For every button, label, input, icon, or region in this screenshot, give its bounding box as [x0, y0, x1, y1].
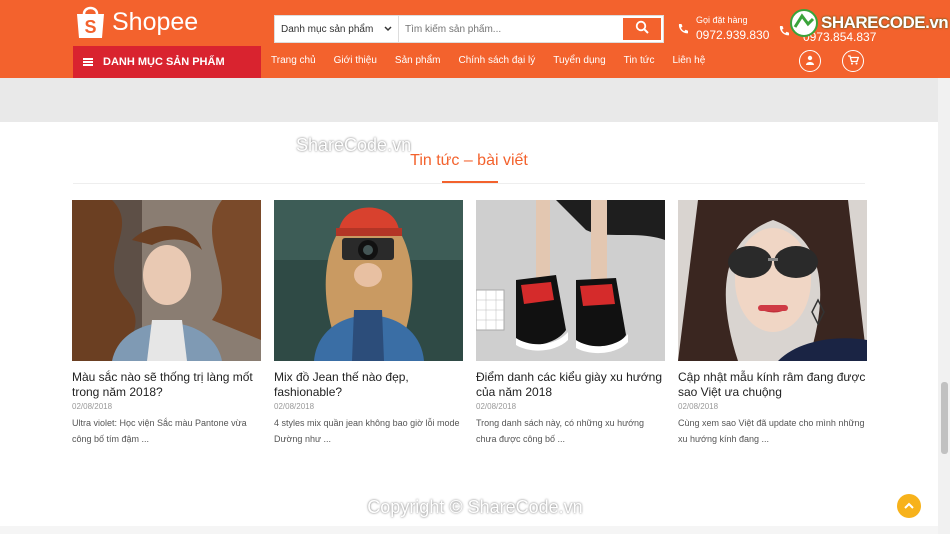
news-date: 02/08/2018 [476, 402, 517, 411]
news-excerpt: Trong danh sách này, có những xu hướng c… [476, 418, 645, 444]
shopee-bag-icon: S [75, 4, 106, 40]
nav-item-agent-policy[interactable]: Chính sách đại lý [459, 55, 536, 66]
scrollbar-track[interactable] [938, 78, 950, 534]
sharecode-watermark-text: SHARECODE.vn [821, 13, 949, 32]
hotline-number: 0972.939.830 [696, 28, 770, 42]
news-thumbnail[interactable] [72, 200, 261, 361]
cart-icon [847, 52, 859, 70]
hotline-label: Gọi đặt hàng [696, 15, 748, 25]
main-nav: Trang chủ Giới thiệu Sản phẩm Chính sách… [271, 55, 705, 66]
news-thumbnail[interactable] [274, 200, 463, 361]
section-divider [73, 183, 865, 184]
nav-item-about[interactable]: Giới thiệu [334, 55, 377, 66]
category-menu-button[interactable]: DANH MỤC SẢN PHẨM [73, 46, 261, 78]
page-bottom-strip [0, 526, 938, 534]
nav-item-contact[interactable]: Liên hệ [672, 55, 705, 66]
news-excerpt: Ultra violet: Học viện Sắc màu Pantone v… [72, 418, 247, 444]
news-excerpt: 4 styles mix quần jean không bao giờ lỗi… [274, 418, 460, 444]
scroll-to-top-button[interactable] [897, 494, 921, 518]
chevron-down-icon [384, 24, 392, 35]
user-icon [805, 52, 815, 70]
news-title[interactable]: Điểm danh các kiểu giày xu hướng của năm… [476, 370, 665, 400]
scrollbar-thumb[interactable] [941, 382, 948, 454]
nav-item-recruitment[interactable]: Tuyển dụng [553, 55, 605, 66]
nav-item-products[interactable]: Sản phẩm [395, 55, 441, 66]
logo[interactable]: S Shopee [75, 4, 198, 40]
cart-button[interactable] [842, 50, 864, 72]
search-button[interactable] [621, 16, 663, 42]
news-card[interactable]: Mix đồ Jean thế nào đẹp, fashionable? 02… [274, 200, 463, 447]
news-card[interactable]: Điểm danh các kiểu giày xu hướng của năm… [476, 200, 665, 447]
news-card[interactable]: Cập nhật mẫu kính râm đang được sao Việt… [678, 200, 867, 447]
news-thumbnail[interactable] [678, 200, 867, 361]
news-date: 02/08/2018 [274, 402, 315, 411]
news-title[interactable]: Mix đồ Jean thế nào đẹp, fashionable? [274, 370, 463, 400]
arrow-up-icon [904, 497, 914, 515]
svg-text:S: S [84, 17, 96, 37]
category-menu-label: DANH MỤC SẢN PHẨM [103, 56, 225, 68]
search-bar: Danh mục sản phẩm [274, 15, 664, 43]
logo-text: Shopee [112, 7, 199, 36]
news-title[interactable]: Màu sắc nào sẽ thống trị làng mốt trong … [72, 370, 261, 400]
news-thumbnail[interactable] [476, 200, 665, 361]
section-title: Tin tức – bài viết [410, 152, 528, 169]
nav-item-home[interactable]: Trang chủ [271, 55, 316, 66]
news-card[interactable]: Màu sắc nào sẽ thống trị làng mốt trong … [72, 200, 261, 447]
sharecode-logo-icon [790, 9, 818, 37]
menu-icon [83, 58, 93, 66]
news-excerpt: Cùng xem sao Việt đã update cho mình nhữ… [678, 418, 865, 444]
news-date: 02/08/2018 [72, 402, 113, 411]
news-date: 02/08/2018 [678, 402, 719, 411]
news-title[interactable]: Cập nhật mẫu kính râm đang được sao Việt… [678, 370, 867, 400]
search-category-label: Danh mục sản phẩm [281, 23, 374, 35]
nav-item-news[interactable]: Tin tức [624, 55, 655, 66]
account-button[interactable] [799, 50, 821, 72]
site-header: S Shopee Danh mục sản phẩm Gọi đặt hàng … [0, 0, 950, 78]
search-category-select[interactable]: Danh mục sản phẩm [275, 16, 399, 42]
hotline-1[interactable]: Gọi đặt hàng 0972.939.830 [677, 15, 769, 42]
search-input[interactable] [399, 16, 621, 42]
section-divider-accent [442, 181, 498, 183]
sharecode-watermark-logo: SHARECODE.vn [787, 8, 949, 38]
phone-icon [677, 22, 689, 40]
search-icon [635, 20, 649, 39]
copyright-watermark: Copyright © ShareCode.vn [367, 497, 583, 517]
